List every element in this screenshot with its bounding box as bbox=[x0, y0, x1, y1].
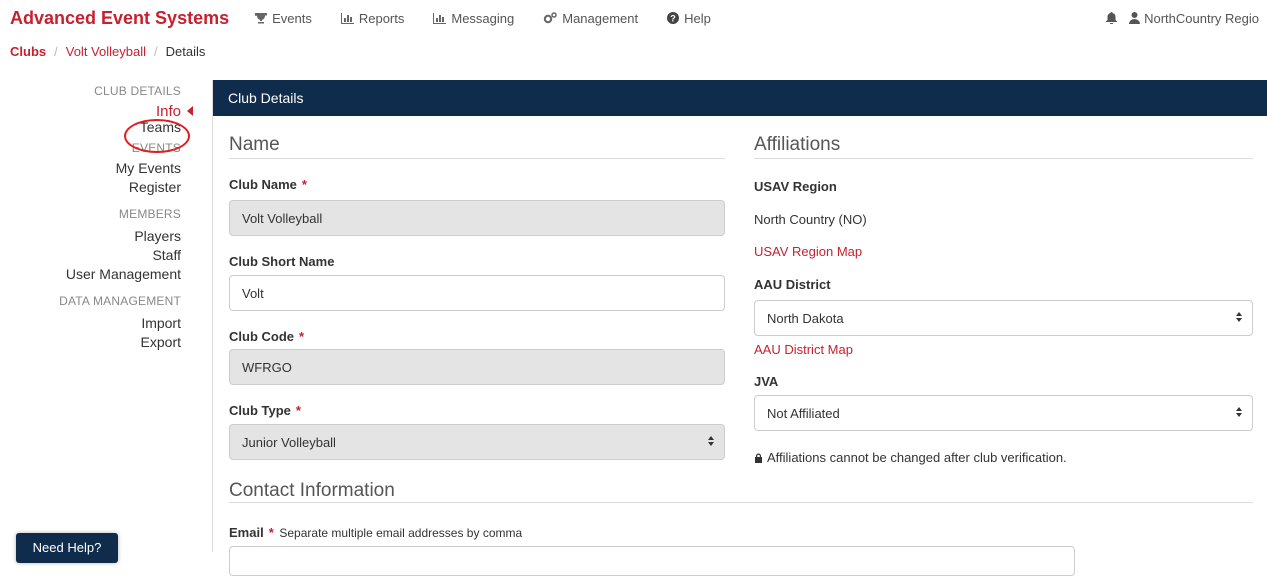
label-text: Club Type bbox=[229, 403, 291, 418]
select-arrows-icon bbox=[708, 435, 714, 450]
bar-chart-icon bbox=[433, 12, 447, 24]
affiliations-divider bbox=[754, 158, 1253, 159]
club-type-select[interactable]: Junior Volleyball bbox=[229, 424, 725, 460]
club-name-field[interactable]: Volt Volleyball bbox=[229, 200, 725, 236]
sidebar-item-staff[interactable]: Staff bbox=[0, 246, 195, 265]
club-type-value: Junior Volleyball bbox=[242, 434, 336, 450]
nav-item-label: Reports bbox=[358, 10, 405, 26]
select-arrows-icon bbox=[1236, 406, 1242, 421]
email-label: Email * Separate multiple email addresses… bbox=[229, 525, 522, 540]
aau-district-map-link[interactable]: AAU District Map bbox=[754, 342, 853, 357]
required-mark: * bbox=[268, 525, 274, 540]
breadcrumb: Clubs / Volt Volleyball / Details bbox=[10, 44, 205, 59]
sidebar-section-club-details: CLUB DETAILS bbox=[94, 84, 181, 98]
breadcrumb-clubs[interactable]: Clubs bbox=[10, 44, 46, 59]
nav-item-reports[interactable]: Reports bbox=[340, 10, 405, 26]
usav-region-map-link[interactable]: USAV Region Map bbox=[754, 244, 862, 259]
sidebar-section-data-management: DATA MANAGEMENT bbox=[59, 294, 181, 308]
breadcrumb-club[interactable]: Volt Volleyball bbox=[66, 44, 146, 59]
affiliations-note: Affiliations cannot be changed after clu… bbox=[754, 450, 1067, 465]
name-heading: Name bbox=[229, 134, 280, 155]
required-mark: * bbox=[301, 177, 307, 192]
trophy-icon bbox=[255, 12, 268, 24]
club-code-label: Club Code * bbox=[229, 329, 304, 344]
caret-left-icon bbox=[187, 106, 193, 116]
usav-region-label: USAV Region bbox=[754, 179, 837, 194]
affiliations-note-text: Affiliations cannot be changed after clu… bbox=[767, 450, 1067, 465]
club-type-label: Club Type * bbox=[229, 403, 301, 418]
aau-district-value: North Dakota bbox=[767, 310, 844, 326]
sidebar-item-user-management[interactable]: User Management bbox=[0, 265, 195, 284]
contact-divider bbox=[229, 502, 1253, 503]
nav-item-label: Events bbox=[272, 10, 312, 26]
nav-item-label: Management bbox=[562, 10, 639, 26]
user-icon bbox=[1129, 12, 1141, 24]
user-area: NorthCountry Regio bbox=[1106, 0, 1259, 36]
affiliations-heading: Affiliations bbox=[754, 134, 841, 155]
breadcrumb-current: Details bbox=[165, 44, 206, 59]
club-name-label: Club Name * bbox=[229, 177, 307, 192]
user-menu[interactable]: NorthCountry Regio bbox=[1144, 11, 1259, 26]
label-text: Email bbox=[229, 525, 264, 540]
name-divider bbox=[229, 158, 725, 159]
jva-value: Not Affiliated bbox=[767, 405, 840, 421]
need-help-button[interactable]: Need Help? bbox=[16, 533, 118, 563]
email-field[interactable] bbox=[229, 546, 1075, 576]
bell-icon[interactable] bbox=[1106, 12, 1118, 24]
nav-item-label: Messaging bbox=[451, 10, 515, 26]
nav-item-messaging[interactable]: Messaging bbox=[433, 11, 514, 26]
sidebar-item-my-events[interactable]: My Events bbox=[0, 159, 195, 178]
label-text: Club Code bbox=[229, 329, 294, 344]
club-short-name-field[interactable]: Volt bbox=[229, 275, 725, 311]
sidebar-section-members: MEMBERS bbox=[118, 207, 181, 221]
main-nav: Events Reports Messaging Management ? He… bbox=[255, 11, 740, 26]
sidebar-item-register[interactable]: Register bbox=[0, 178, 195, 197]
lock-icon bbox=[754, 453, 763, 463]
club-short-name-label: Club Short Name bbox=[229, 254, 335, 269]
nav-item-label: Help bbox=[684, 10, 711, 26]
nav-item-events[interactable]: Events bbox=[255, 11, 312, 26]
club-details-panel: Club Details Name Club Name * Volt Volley… bbox=[212, 80, 1267, 576]
email-hint: Separate multiple email addresses by com… bbox=[279, 526, 523, 540]
sidebar-item-import[interactable]: Import bbox=[0, 314, 195, 333]
contact-heading: Contact Information bbox=[229, 480, 395, 501]
sidebar-item-info-wrap: Info bbox=[0, 102, 195, 121]
jva-label: JVA bbox=[754, 374, 779, 389]
svg-text:?: ? bbox=[670, 14, 676, 24]
jva-select[interactable]: Not Affiliated bbox=[754, 395, 1253, 431]
nav-item-help[interactable]: ? Help bbox=[667, 11, 711, 26]
select-arrows-icon bbox=[1236, 311, 1242, 326]
club-code-field[interactable]: WFRGO bbox=[229, 349, 725, 385]
sidebar-item-info[interactable]: Info bbox=[0, 102, 195, 121]
breadcrumb-separator: / bbox=[153, 44, 158, 59]
top-navbar: Advanced Event Systems Events Reports Me… bbox=[0, 0, 1267, 36]
brand-logo[interactable]: Advanced Event Systems bbox=[10, 8, 229, 29]
question-circle-icon: ? bbox=[667, 12, 680, 24]
bar-chart-icon bbox=[340, 12, 354, 24]
sidebar-item-players[interactable]: Players bbox=[0, 227, 195, 246]
required-mark: * bbox=[295, 403, 301, 418]
annotation-circle bbox=[124, 119, 190, 153]
nav-item-management[interactable]: Management bbox=[543, 11, 638, 26]
aau-district-select[interactable]: North Dakota bbox=[754, 300, 1253, 336]
panel-title: Club Details bbox=[213, 80, 1267, 116]
required-mark: * bbox=[299, 329, 305, 344]
usav-region-value: North Country (NO) bbox=[754, 212, 867, 227]
sidebar-item-export[interactable]: Export bbox=[0, 333, 195, 352]
gears-icon bbox=[543, 12, 557, 24]
label-text: Club Name bbox=[229, 177, 297, 192]
aau-district-label: AAU District bbox=[754, 277, 831, 292]
breadcrumb-separator: / bbox=[54, 44, 58, 59]
